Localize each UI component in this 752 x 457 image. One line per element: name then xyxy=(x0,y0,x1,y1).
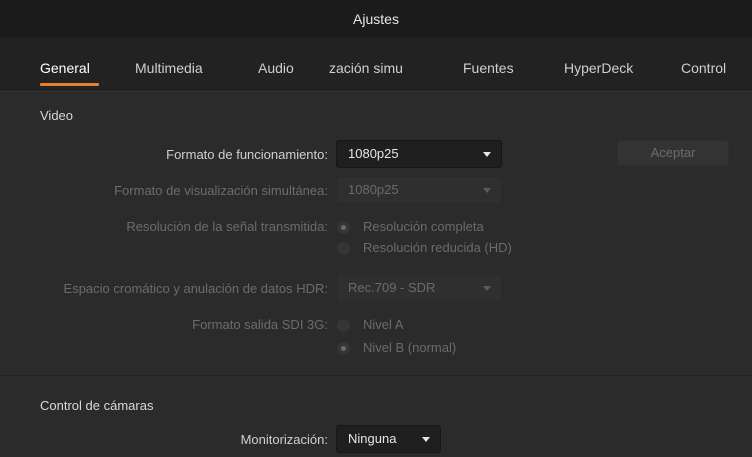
chevron-down-icon xyxy=(483,188,491,193)
operating-format-label: Formato de funcionamiento: xyxy=(166,147,328,162)
radio-full-resolution[interactable] xyxy=(337,221,350,234)
radio-level-b-label: Nivel B (normal) xyxy=(363,340,457,355)
window-titlebar: Ajustes xyxy=(0,0,752,38)
section-divider xyxy=(0,375,752,376)
radio-level-a-label: Nivel A xyxy=(363,317,404,332)
tab-multiview[interactable]: zación simu xyxy=(329,60,403,76)
multiview-format-select[interactable]: 1080p25 xyxy=(336,176,502,204)
tab-audio[interactable]: Audio xyxy=(258,60,294,76)
section-title-camera-control: Control de cámaras xyxy=(40,398,154,413)
monitoring-select[interactable]: Ninguna xyxy=(336,425,441,453)
tab-multimedia[interactable]: Multimedia xyxy=(135,60,203,76)
color-space-value: Rec.709 - SDR xyxy=(348,280,436,295)
window-title: Ajustes xyxy=(353,11,399,27)
tab-control[interactable]: Control xyxy=(681,60,726,76)
tab-hyperdeck[interactable]: HyperDeck xyxy=(564,60,633,76)
accept-button[interactable]: Aceptar xyxy=(617,140,729,166)
radio-full-resolution-label: Resolución completa xyxy=(363,219,484,234)
chevron-down-icon xyxy=(422,437,430,442)
monitoring-label: Monitorización: xyxy=(240,432,328,447)
color-space-label: Espacio cromático y anulación de datos H… xyxy=(63,281,328,296)
radio-reduced-resolution-label: Resolución reducida (HD) xyxy=(363,240,512,255)
operating-format-value: 1080p25 xyxy=(348,146,399,161)
radio-reduced-resolution[interactable] xyxy=(337,242,350,255)
active-tab-indicator xyxy=(40,83,99,86)
color-space-select[interactable]: Rec.709 - SDR xyxy=(336,274,502,302)
sdi-format-label: Formato salida SDI 3G: xyxy=(192,317,328,332)
settings-panel: Video Formato de funcionamiento: 1080p25… xyxy=(0,90,752,457)
multiview-format-label: Formato de visualización simultánea: xyxy=(114,183,328,198)
stream-resolution-label: Resolución de la señal transmitida: xyxy=(126,219,328,234)
multiview-format-value: 1080p25 xyxy=(348,182,399,197)
tab-fuentes[interactable]: Fuentes xyxy=(463,60,514,76)
tab-general[interactable]: General xyxy=(40,60,90,76)
radio-level-b[interactable] xyxy=(337,342,350,355)
tab-bar: General Multimedia Audio zación simu Fue… xyxy=(0,38,752,90)
chevron-down-icon xyxy=(483,152,491,157)
chevron-down-icon xyxy=(483,286,491,291)
radio-level-a[interactable] xyxy=(337,319,350,332)
operating-format-select[interactable]: 1080p25 xyxy=(336,140,502,168)
monitoring-value: Ninguna xyxy=(348,431,397,446)
section-title-video: Video xyxy=(40,108,74,123)
